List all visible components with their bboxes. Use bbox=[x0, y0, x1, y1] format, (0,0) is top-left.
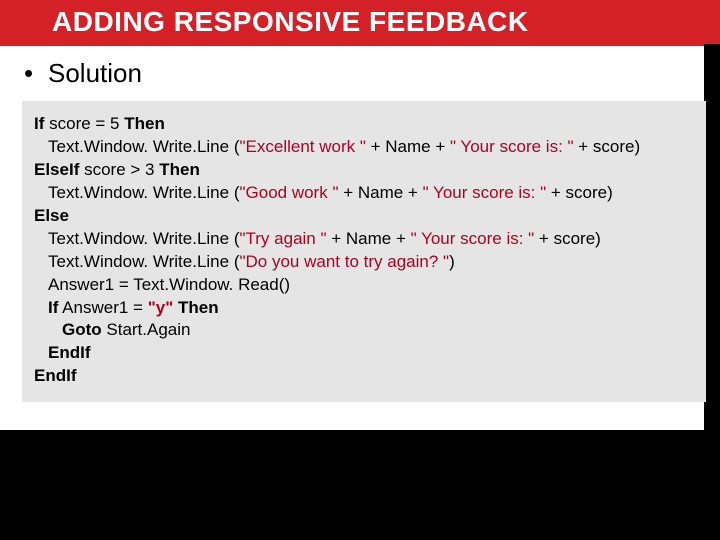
code-text: + Name + bbox=[366, 137, 450, 156]
code-text: Text.Window. Write.Line ( bbox=[48, 229, 239, 248]
code-line-7: Text.Window. Write.Line ("Do you want to… bbox=[34, 251, 694, 274]
code-line-8: Answer1 = Text.Window. Read() bbox=[34, 274, 694, 297]
kw-else: Else bbox=[34, 206, 69, 225]
slide-body: • Solution If score = 5 Then Text.Window… bbox=[0, 46, 720, 402]
code-text: Text.Window. Write.Line ( bbox=[48, 183, 239, 202]
code-text: + score) bbox=[546, 183, 613, 202]
title-bar: ADDING RESPONSIVE FEEDBACK bbox=[0, 0, 720, 46]
code-string: "y" bbox=[148, 298, 174, 317]
kw-endif: EndIf bbox=[34, 366, 77, 385]
kw-then: Then bbox=[178, 298, 219, 317]
code-text: Text.Window. Write.Line ( bbox=[48, 252, 239, 271]
code-line-10: Goto Start.Again bbox=[34, 319, 694, 342]
code-text: Text.Window. Write.Line ( bbox=[48, 137, 239, 156]
code-string: "Good work " bbox=[239, 183, 338, 202]
bullet-row: • Solution bbox=[22, 58, 698, 89]
kw-if: If bbox=[34, 114, 44, 133]
kw-if: If bbox=[48, 298, 58, 317]
kw-elseif: ElseIf bbox=[34, 160, 79, 179]
code-text: score > 3 bbox=[79, 160, 159, 179]
kw-goto: Goto bbox=[62, 320, 102, 339]
bullet-icon: • bbox=[24, 58, 48, 89]
slide-title: ADDING RESPONSIVE FEEDBACK bbox=[52, 6, 529, 37]
slide: ADDING RESPONSIVE FEEDBACK • Solution If… bbox=[0, 0, 720, 540]
code-text: score = 5 bbox=[44, 114, 124, 133]
kw-then: Then bbox=[159, 160, 200, 179]
bottom-stripe bbox=[0, 430, 720, 540]
code-line-5: Else bbox=[34, 205, 694, 228]
code-string: "Do you want to try again? " bbox=[239, 252, 449, 271]
code-text: Answer1 = Text.Window. Read() bbox=[48, 275, 290, 294]
code-line-2: Text.Window. Write.Line ("Excellent work… bbox=[34, 136, 694, 159]
code-line-1: If score = 5 Then bbox=[34, 113, 694, 136]
code-string: "Try again " bbox=[239, 229, 326, 248]
code-line-3: ElseIf score > 3 Then bbox=[34, 159, 694, 182]
code-string: "Excellent work " bbox=[239, 137, 365, 156]
code-line-4: Text.Window. Write.Line ("Good work " + … bbox=[34, 182, 694, 205]
code-string: " Your score is: " bbox=[411, 229, 535, 248]
code-text: Start.Again bbox=[102, 320, 191, 339]
code-line-12: EndIf bbox=[34, 365, 694, 388]
code-text: + score) bbox=[574, 137, 641, 156]
code-text: ) bbox=[449, 252, 455, 271]
code-text: + Name + bbox=[327, 229, 411, 248]
code-line-9: If Answer1 = "y" Then bbox=[34, 297, 694, 320]
code-line-11: EndIf bbox=[34, 342, 694, 365]
code-string: " Your score is: " bbox=[423, 183, 547, 202]
code-text: + score) bbox=[534, 229, 601, 248]
kw-then: Then bbox=[124, 114, 165, 133]
bullet-text: Solution bbox=[48, 58, 142, 89]
code-string: " Your score is: " bbox=[450, 137, 574, 156]
code-text: Answer1 = bbox=[58, 298, 147, 317]
code-box: If score = 5 Then Text.Window. Write.Lin… bbox=[22, 101, 706, 402]
code-text: + Name + bbox=[338, 183, 422, 202]
code-line-6: Text.Window. Write.Line ("Try again " + … bbox=[34, 228, 694, 251]
kw-endif: EndIf bbox=[48, 343, 91, 362]
